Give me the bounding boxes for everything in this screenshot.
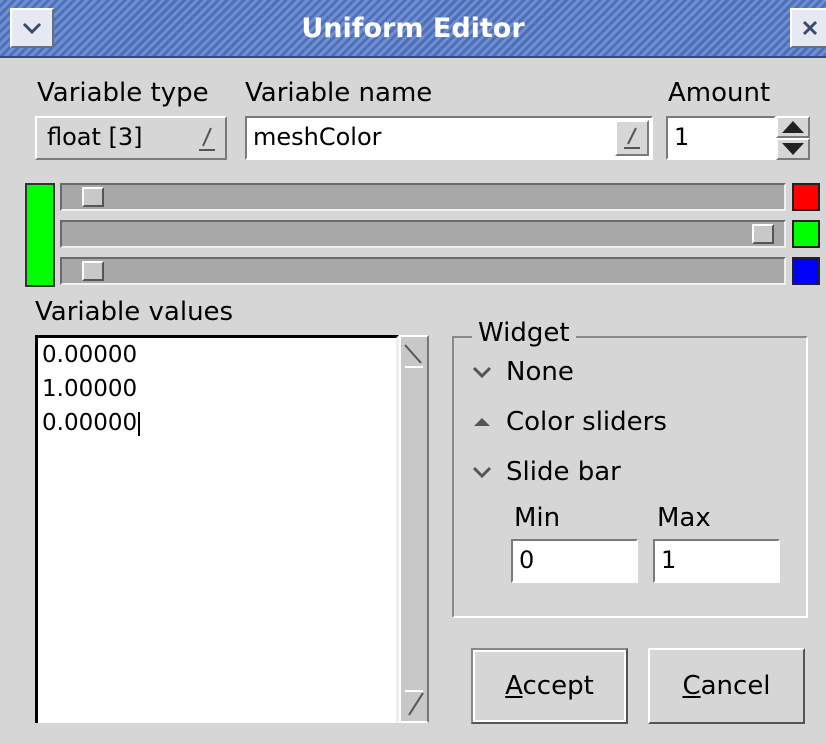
radio-color-sliders[interactable]: Color sliders [468,402,667,442]
amount-value: 1 [674,123,690,151]
combo-arrow-icon [199,127,215,151]
green-slider-thumb[interactable] [752,224,774,244]
radio-checked-icon [468,415,496,429]
blue-slider-thumb[interactable] [82,261,104,281]
max-label: Max [657,503,711,533]
blue-channel-swatch [792,257,820,285]
close-button[interactable] [790,8,826,48]
min-input[interactable]: 0 [511,539,638,583]
radio-none-label: None [506,357,574,387]
accept-button-label: Accept [505,671,594,701]
down-arrow-icon [782,143,804,155]
color-preview-swatch [25,183,55,287]
variable-values-label: Variable values [35,297,234,327]
min-label: Min [514,503,561,533]
variable-name-label: Variable name [245,78,433,108]
widget-group-label: Widget [472,318,576,348]
amount-label: Amount [668,78,771,108]
amount-decrement-button[interactable] [776,138,810,160]
amount-spinbox[interactable]: 1 [666,116,776,160]
max-input[interactable]: 1 [653,539,780,583]
up-arrow-icon [782,121,804,133]
scroll-up-icon[interactable] [401,341,427,371]
radio-slide-bar-label: Slide bar [506,457,621,487]
variable-name-dropdown-button[interactable] [615,120,649,156]
variable-type-select[interactable]: float [3] [35,116,227,160]
cancel-button-label: Cancel [682,671,771,701]
variable-name-field[interactable]: meshColor [245,116,653,160]
scroll-down-icon[interactable] [401,687,427,719]
window-menu-button[interactable] [10,8,54,48]
close-icon [802,20,818,36]
radio-unchecked-icon [468,365,496,379]
radio-color-sliders-label: Color sliders [506,407,667,437]
green-slider[interactable] [60,220,786,248]
red-channel-swatch [792,183,820,211]
window-title: Uniform Editor [301,13,525,44]
variable-name-value: meshColor [253,123,382,151]
variable-type-value: float [3] [47,123,143,151]
combo-arrow-icon [624,127,640,149]
accept-button[interactable]: Accept [471,648,628,724]
variable-type-label: Variable type [37,78,209,108]
amount-increment-button[interactable] [776,116,810,138]
cancel-button[interactable]: Cancel [648,648,805,724]
value-line: 0.00000 [38,406,396,440]
chevron-down-icon [22,22,42,35]
min-value: 0 [519,546,535,574]
text-cursor [138,411,141,436]
red-slider[interactable] [60,183,786,211]
value-line: 1.00000 [42,376,138,402]
radio-slide-bar[interactable]: Slide bar [468,452,621,492]
radio-unchecked-icon [468,465,496,479]
variable-values-textarea[interactable]: 0.00000 1.00000 0.00000 [35,335,399,723]
value-line: 0.00000 [42,342,138,368]
max-value: 1 [661,546,677,574]
values-scrollbar[interactable] [399,335,429,723]
green-channel-swatch [792,220,820,248]
radio-none[interactable]: None [468,352,574,392]
blue-slider[interactable] [60,257,786,285]
red-slider-thumb[interactable] [82,187,104,207]
